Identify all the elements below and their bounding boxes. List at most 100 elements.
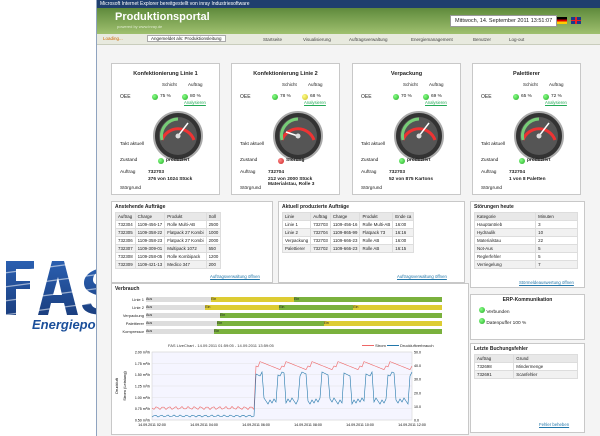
y-tick-left: 1.00 m³/h — [135, 396, 150, 400]
table-row[interactable]: Reglerfehler 5 — [473, 252, 578, 261]
aktuell-title: Aktuell produzierte Aufträge — [282, 204, 350, 210]
takt-gauge-icon — [273, 111, 323, 161]
y-tick-left: 1.75 m³/h — [135, 362, 150, 366]
table-row[interactable]: 732304 1109-456-17 Rolle Multi-AB 2500 — [115, 220, 222, 229]
table-row[interactable]: 732306 1109-358-23 Flatpack 27 Kombi 2000 — [115, 236, 222, 245]
x-tick: 14.09.2011 02:00 — [138, 423, 166, 427]
buchung-link[interactable]: Fehler beheben — [539, 422, 569, 427]
analysieren-link[interactable]: Analysieren — [304, 100, 326, 105]
nav-item-logout[interactable]: Log-out — [509, 37, 524, 42]
oee-schicht-status-icon — [513, 94, 519, 100]
table-cell: Mindermenge — [513, 362, 578, 371]
zustand-value: produziert — [407, 158, 431, 163]
zustand-label: Zustand — [361, 158, 379, 163]
table-cell: 732703 — [310, 220, 331, 229]
nav-item-auftragsverwaltung[interactable]: Auftragsverwaltung — [349, 37, 388, 42]
schicht-label: Schicht — [523, 82, 538, 87]
table-cell: 550 — [205, 244, 222, 253]
table-cell: 1109-358-23 — [134, 236, 166, 245]
nav-item-visualisierung[interactable]: Visualisierung — [303, 37, 331, 42]
nav-item-energiemanagement[interactable]: Energiemanagement — [411, 37, 453, 42]
auftrag-progress: 52 von 875 Kartons — [389, 177, 433, 182]
table-row[interactable]: 732307 1109-309-01 Multipack 1072 550 — [115, 244, 222, 253]
table-row[interactable]: 732305 1109-358-22 Flatpack 27 Kombi 1000 — [115, 228, 222, 237]
nav-item-benutzer[interactable]: Benutzer — [473, 37, 491, 42]
table-row[interactable]: 732698 Mindermenge — [473, 362, 578, 371]
table-cell: 732703 — [310, 236, 331, 245]
oee-schicht-status-icon — [393, 94, 399, 100]
analysieren-link[interactable]: Analysieren — [425, 100, 447, 105]
stoergrund-label: Störgrund — [481, 186, 503, 191]
column-header[interactable]: Charge — [329, 212, 361, 221]
y-axis-label-right: Strom (Leistung) — [122, 371, 127, 401]
zustand-value: Störung — [286, 158, 305, 163]
table-row[interactable]: Linie 1 732703 1109-456-16 Rolle Multi-AB 16… — [281, 220, 415, 229]
zustand-status-icon — [158, 158, 164, 164]
column-header[interactable]: Auftrag — [115, 212, 136, 221]
portal-header: Produktionsportal powered by www.inray.d… — [97, 8, 600, 34]
table-cell: 200 — [205, 260, 222, 269]
y-tick-left: 0.75 m³/h — [135, 407, 150, 411]
takt-label: Takt aktuell — [361, 142, 385, 147]
y-tick-left: 2.00 m³/h — [135, 351, 150, 355]
status-segment: Ein — [211, 297, 294, 302]
flag-de-icon[interactable] — [557, 17, 567, 24]
line-card: Palettierer Schicht Auftrag OEE 65 % 72 … — [472, 63, 581, 195]
table-row[interactable]: Verriegelung 7 — [473, 260, 578, 269]
table-row[interactable]: 732691 Scanfehler — [473, 370, 578, 379]
flag-gb-icon[interactable] — [571, 17, 581, 24]
column-header[interactable]: Auftrag — [310, 212, 331, 221]
table-row[interactable]: Linie 2 732704 1109-865-99 Flatpack 73 16:16 — [281, 228, 415, 237]
table-cell: Hauptantrieb — [473, 220, 537, 229]
erp-status: Verbunden — [486, 310, 510, 315]
table-cell: 732308 — [115, 252, 136, 261]
table-row[interactable]: 732309 1109-421-13 Medico 347 200 — [115, 260, 222, 269]
status-segment: Ein — [220, 313, 442, 318]
column-header[interactable]: Linie — [281, 212, 312, 221]
analysieren-link[interactable]: Analysieren — [184, 100, 206, 105]
anstehende-auftraege-panel: Anstehende Aufträge Auftrag Charge Produkt… — [111, 201, 273, 283]
oee-label: OEE — [120, 94, 131, 100]
stoerungen-link[interactable]: Störmeldeauswertung öffnen — [519, 280, 574, 285]
column-header[interactable]: Kategorie — [473, 212, 537, 221]
analysieren-link[interactable]: Analysieren — [545, 100, 567, 105]
column-header[interactable]: Ende ca — [392, 212, 415, 221]
table-cell: Medico 347 — [164, 260, 207, 269]
table-cell: 732307 — [115, 244, 136, 253]
table-row[interactable]: Materialstau 22 — [473, 236, 578, 245]
table-cell: 2000 — [205, 236, 222, 245]
column-header[interactable]: Minuten — [535, 212, 578, 221]
nav-item-startseite[interactable]: Startseite — [263, 37, 282, 42]
table-cell: 732309 — [115, 260, 136, 269]
column-header[interactable]: Produkt — [164, 212, 207, 221]
column-header[interactable]: Auftrag — [473, 354, 515, 363]
table-cell: 16:16 — [392, 228, 415, 237]
column-header[interactable]: Soll — [205, 212, 222, 221]
oee-label: OEE — [240, 94, 251, 100]
buffer-status-icon — [479, 318, 485, 324]
oee-auftrag-value: 72 % — [551, 94, 562, 99]
status-segment: Ein — [279, 305, 354, 310]
table-row[interactable]: 732308 1109-258-05 Rolle Kombipack 1200 — [115, 252, 222, 261]
anstehende-link[interactable]: Auftragsverwaltung öffnen — [210, 274, 260, 279]
status-segment: Aus — [146, 321, 218, 326]
column-header[interactable]: Grund — [513, 354, 578, 363]
table-row[interactable]: Not-Aus 5 — [473, 244, 578, 253]
column-header[interactable]: Charge — [134, 212, 166, 221]
table-row[interactable]: Hauptantrieb 3 — [473, 220, 578, 229]
card-title: Konfektionierung Linie 2 — [253, 71, 318, 77]
zustand-label: Zustand — [481, 158, 499, 163]
table-row[interactable]: Palettierer 732702 1109-666-23 Rolle AB 16:1… — [281, 244, 415, 253]
buffer-status: Datenpuffer 100 % — [486, 321, 527, 326]
table-cell: 2500 — [205, 220, 222, 229]
oee-schicht-value: 70 % — [401, 94, 412, 99]
date-display: Mittwoch, 14. September 2011 13:51:07 — [450, 15, 558, 27]
table-cell: 732704 — [310, 228, 331, 237]
table-cell: 1200 — [205, 252, 222, 261]
aktuell-link[interactable]: Auftragsverwaltung öffnen — [397, 274, 447, 279]
status-segment: Ein — [323, 321, 442, 326]
table-row[interactable]: Hydraulik 10 — [473, 228, 578, 237]
column-header[interactable]: Produkt — [359, 212, 394, 221]
table-row[interactable]: Verpackung 732703 1109-666-23 Rolle AB 16:00 — [281, 236, 415, 245]
table-cell: 22 — [535, 236, 578, 245]
